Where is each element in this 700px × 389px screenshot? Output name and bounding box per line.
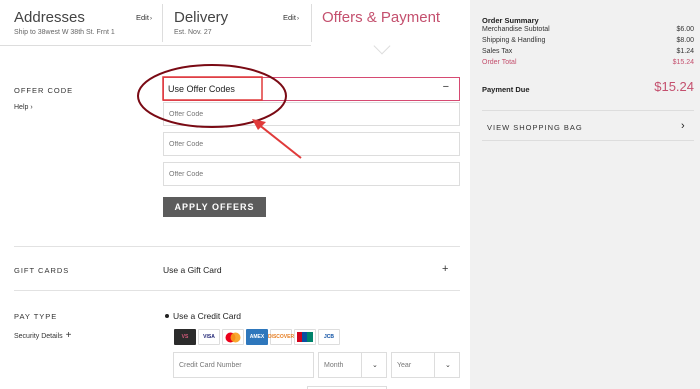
year-placeholder: Year [397,362,412,369]
accepted-cards: VS VISA AMEX DISCOVER JCB [174,329,340,345]
year-select[interactable]: Year ⌄ [391,352,460,378]
summary-divider [482,110,694,111]
chevron-down-icon[interactable]: ⌄ [372,361,378,369]
victorias-secret-card-logo: VS [174,329,196,345]
payment-due-value: $15.24 [654,79,694,94]
unionpay-stripes-icon [297,332,313,342]
mastercard-card-logo [222,329,244,345]
jcb-card-logo: JCB [318,329,340,345]
summary-row-subtotal: Merchandise Subtotal $6.00 [482,26,694,36]
use-offer-codes-label: Use Offer Codes [168,84,235,94]
edit-delivery-label[interactable]: Edit [283,13,296,22]
month-select[interactable]: Month ⌄ [318,352,387,378]
step-delivery-subtitle: Est. Nov. 27 [174,29,212,36]
summary-row-label: Merchandise Subtotal [482,26,550,33]
month-placeholder: Month [324,362,344,369]
step-addresses: Addresses Ship to 38west W 38th St. Frnt… [0,0,160,46]
chevron-right-icon: › [149,16,152,22]
edit-delivery-link[interactable]: Edit› [283,13,299,22]
step-delivery-title: Delivery [174,9,229,26]
steps-bottom-border [0,45,311,46]
section-divider [14,290,460,291]
view-shopping-bag-link[interactable]: VIEW SHOPPING BAG [487,123,583,132]
use-gift-card-link[interactable]: Use a Gift Card [163,265,222,275]
unionpay-card-logo [294,329,316,345]
discover-card-logo: DISCOVER [268,329,294,345]
help-label[interactable]: Help [14,104,28,111]
step-addresses-subtitle: Ship to 38west W 38th St. Frnt 1 [14,29,115,36]
plus-icon: + [65,330,72,341]
summary-row-label: Shipping & Handling [482,37,546,44]
security-details-link[interactable]: Security Details + [14,330,71,341]
step-delivery: Delivery Est. Nov. 27 Edit› [162,0,312,46]
security-details-label[interactable]: Security Details [14,333,63,340]
select-divider [361,353,362,377]
offer-code-input-3[interactable] [163,162,460,186]
summary-row-shipping: Shipping & Handling $8.00 [482,37,694,47]
summary-row-tax: Sales Tax $1.24 [482,48,694,58]
credit-card-radio[interactable] [165,314,169,318]
step-offers-payment-title: Offers & Payment [322,9,441,26]
use-offer-codes-toggle[interactable]: Use Offer Codes − [163,77,460,101]
summary-row-label: Order Total [482,59,517,66]
summary-row-value: $15.24 [672,59,694,66]
amex-card-logo: AMEX [246,329,268,345]
step-offers-payment: Offers & Payment [311,0,470,46]
summary-divider [482,140,694,141]
summary-row-value: $8.00 [676,37,694,44]
checkout-main: Addresses Ship to 38west W 38th St. Frnt… [0,0,470,389]
help-link[interactable]: Help › [14,104,33,111]
collapse-icon[interactable]: − [443,81,449,93]
offer-code-input-2[interactable] [163,132,460,156]
chevron-right-icon: › [296,16,299,22]
expand-plus-icon[interactable]: + [442,263,448,275]
card-number-placeholder: Credit Card Number [179,362,242,369]
chevron-right-icon[interactable]: › [681,120,685,132]
chevron-right-icon: › [30,104,33,111]
order-summary-title: Order Summary [482,16,539,25]
chevron-down-icon[interactable]: ⌄ [445,361,451,369]
summary-row-value: $6.00 [676,26,694,33]
summary-row-total: Order Total $15.24 [482,59,694,69]
offer-code-input-1[interactable] [163,102,460,126]
card-number-field[interactable]: Credit Card Number [173,352,314,378]
pay-type-section-label: PAY TYPE [14,312,58,321]
step-addresses-title: Addresses [14,9,85,26]
gift-cards-section-label: GIFT CARDS [14,266,70,275]
mastercard-circles-icon [225,332,241,342]
select-divider [434,353,435,377]
edit-addresses-label[interactable]: Edit [136,13,149,22]
visa-card-logo: VISA [198,329,220,345]
offer-code-section-label: OFFER CODE [14,86,74,95]
checkout-steps: Addresses Ship to 38west W 38th St. Frnt… [0,0,470,55]
apply-offers-button[interactable]: APPLY OFFERS [163,197,266,217]
summary-row-label: Sales Tax [482,48,513,55]
payment-due-label: Payment Due [482,85,530,94]
use-credit-card-label[interactable]: Use a Credit Card [173,311,241,321]
summary-row-value: $1.24 [676,48,694,55]
edit-addresses-link[interactable]: Edit› [136,13,152,22]
section-divider [14,246,460,247]
order-summary-panel: Order Summary Merchandise Subtotal $6.00… [470,0,700,389]
